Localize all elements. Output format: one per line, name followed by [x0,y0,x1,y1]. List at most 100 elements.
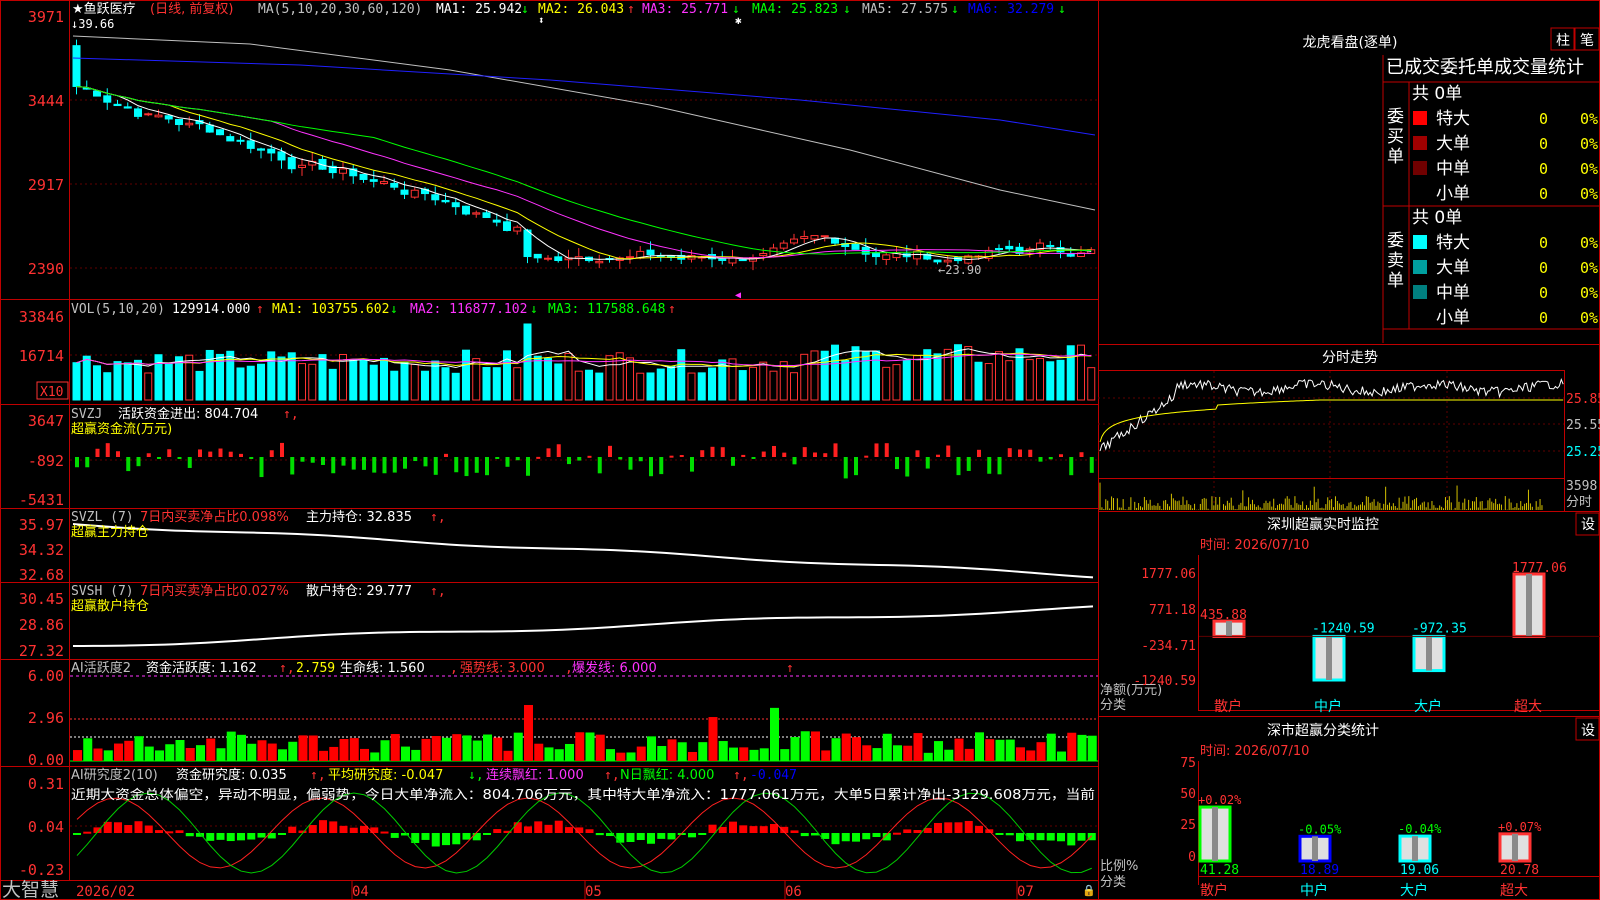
price-candles[interactable] [72,39,1096,271]
candle-body [943,259,952,263]
activity-bar [708,717,718,761]
candle-body [933,259,942,263]
svg-text:2.759: 2.759 [296,661,335,676]
money-flow-bar [813,452,817,457]
order-total: 共 0单 [1412,84,1462,104]
candle-body [451,202,460,208]
tab-bar-view[interactable]: 柱 [1556,33,1570,49]
research-bar [483,833,491,835]
volume-bar [626,357,634,401]
money-flow-bar [864,455,869,458]
volume-bar [708,367,716,401]
money-flow-bar [905,457,910,477]
activity-bar [390,734,400,761]
cursor-marker-icon: ◀ [735,290,741,301]
settings-button[interactable]: 设 [1581,517,1595,533]
activity-bar [83,738,93,761]
money-flow-bar [761,451,766,457]
activity-bar [759,748,769,761]
svzj-header: SVZJ 活跃资金进出: 804.704 ↑, 超赢资金流(万元) [71,406,299,437]
money-flow-bar [977,449,981,457]
price-axis: 3971 3444 2917 2390 [28,8,64,278]
research-bar [1016,833,1024,842]
svg-text:0.04: 0.04 [28,818,64,836]
candle-body [267,148,276,154]
volume-bar [1025,359,1034,401]
activity-bars[interactable] [73,705,1097,761]
ma6-arrow: ↓ [1058,2,1066,17]
activity-bar [155,750,164,761]
activity-bar [257,740,267,761]
candle-body [1005,245,1014,250]
sz-category-panel[interactable]: 深市超赢分类统计 设 时间: 2026/07/10 +0.02% 41.28 散户 -… [1100,717,1600,899]
down-arrow-icon: ↓ [390,302,398,317]
activity-bar [1016,747,1025,761]
ma-line [76,85,1092,259]
candle-body [790,238,798,244]
svg-text:↓,: ↓, [468,768,484,783]
order-stats-header: 已成交委托单成交量统计 [1386,57,1584,78]
volume-bar [431,360,440,401]
money-flow-bar [300,457,305,462]
svg-text:↑,: ↑, [283,407,299,422]
research-bar [124,825,133,833]
volume-bar [1077,344,1085,401]
volume-bar [1066,345,1075,401]
money-flow-bar [116,451,120,457]
research-bars[interactable] [73,792,1096,874]
activity-bar [821,750,831,761]
order-count: 0 [1539,135,1548,153]
activity-bar [493,737,503,761]
money-flow-bar [485,457,489,476]
moving-average-lines [72,35,1096,261]
sz-monitor-title: 深圳超赢实时监控 [1267,516,1379,533]
intraday-panel[interactable]: 分时走势 25.85 25.55 25.25 3598 分时 [1098,350,1600,511]
candle-body [482,212,491,218]
activity-bar [606,749,615,761]
vol-value: 129914.000 [172,302,250,317]
candle-body [718,258,727,261]
money-flow-bar [392,457,397,473]
research-bar [349,827,358,833]
candle-body [728,257,737,264]
tab-tick-view[interactable]: 笔 [1580,33,1594,49]
sz-monitor-panel[interactable]: 深圳超赢实时监控 设 时间: 2026/07/10 435.88 散户 -1240.… [1100,512,1600,715]
research-bar [544,824,553,833]
svg-text:比例%: 比例% [1100,859,1138,874]
candle-body [400,189,409,195]
volume-bar [144,372,153,401]
money-flow-bars[interactable] [75,442,1094,479]
price-axis-tick: 2917 [28,176,64,194]
svg-text:3647: 3647 [28,412,64,430]
order-count: 0 [1539,185,1548,203]
volume-bar [667,365,675,401]
activity-bar [913,733,923,761]
bar-shade [1412,836,1418,861]
retail-holding-line[interactable] [72,605,1094,647]
side-label: 委 [1387,231,1404,251]
side-label: 单 [1387,147,1404,167]
order-color-swatch [1413,136,1427,150]
activity-bar [165,744,175,761]
main-force-holding-line[interactable] [72,523,1094,579]
category-name: 散户 [1214,698,1242,715]
candle-body [164,115,173,120]
money-flow-bar [997,457,1002,475]
price-panel[interactable] [72,35,1096,271]
research-bar [554,820,563,833]
money-flow-bar [792,457,797,465]
volume-bar [872,350,880,401]
order-type-label: 特大 [1436,109,1470,129]
activity-bar [93,748,103,761]
activity-bar [534,743,544,761]
money-flow-bar [628,457,633,470]
research-bar [226,833,235,842]
research-bar [73,833,81,835]
candle-body [410,189,419,198]
settings-button[interactable]: 设 [1581,723,1595,739]
svg-text:0.00: 0.00 [28,751,64,769]
activity-bar [698,742,708,761]
volume-bars[interactable] [72,323,1096,401]
activity-bar [1087,735,1097,761]
activity-bar [647,736,656,761]
